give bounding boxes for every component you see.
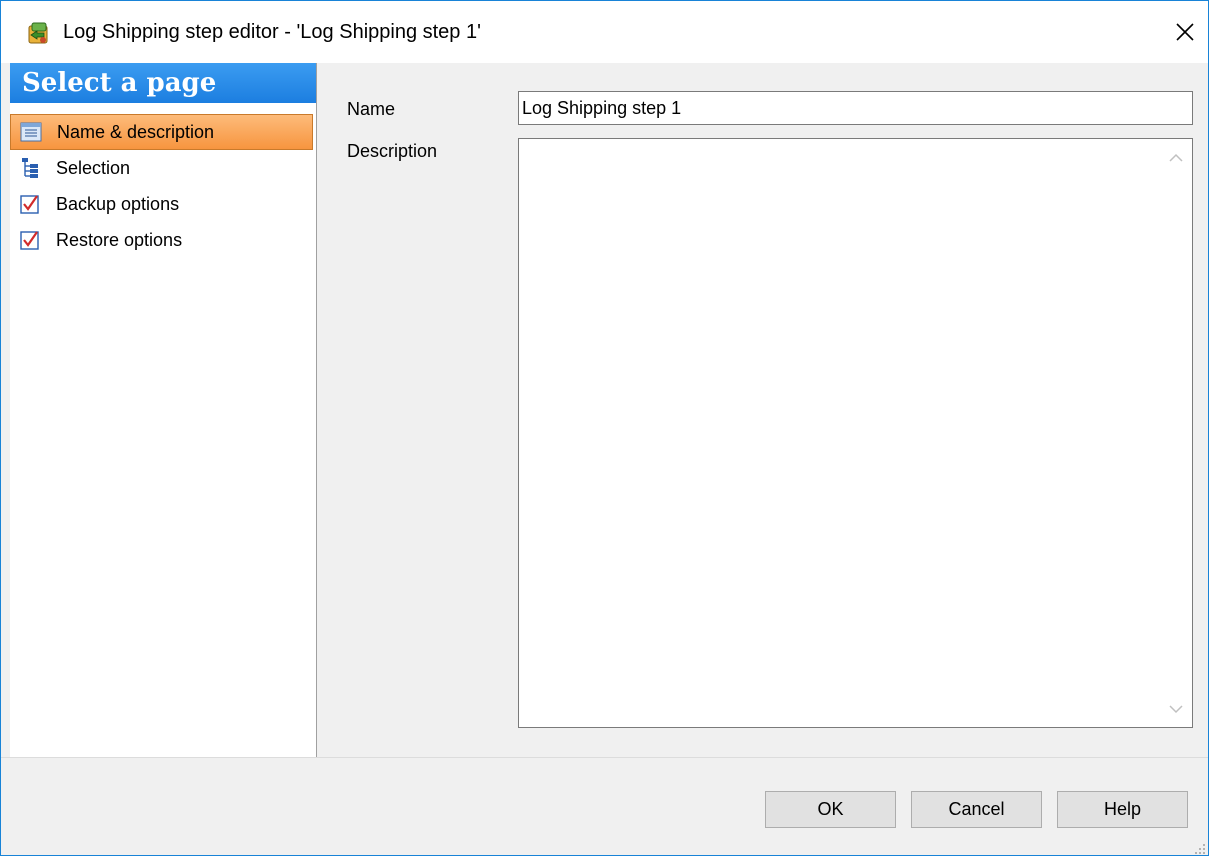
sidebar-item-label: Restore options [56, 229, 183, 250]
scroll-up-icon[interactable] [1166, 148, 1186, 168]
name-field[interactable] [518, 91, 1193, 125]
page-list: Name & description Selection Backup opti… [10, 114, 316, 258]
sidebar-item-label: Selection [56, 157, 131, 178]
page-content: Name Description [318, 63, 1208, 757]
scroll-down-icon[interactable] [1166, 699, 1186, 719]
description-label: Description [347, 141, 438, 161]
description-field-container [518, 138, 1193, 728]
sidebar-item-label: Name & description [57, 121, 215, 142]
sidebar-item-selection[interactable]: Selection [10, 150, 316, 186]
name-label: Name [347, 99, 396, 119]
ok-button[interactable]: OK [765, 791, 896, 828]
resize-grip-icon[interactable] [1192, 839, 1206, 854]
sidebar-header: Select a page [10, 63, 316, 103]
cancel-button[interactable]: Cancel [911, 791, 1042, 828]
checkbox-icon [18, 228, 42, 252]
close-button[interactable] [1162, 1, 1208, 63]
dialog-footer: OK Cancel Help [1, 757, 1208, 855]
sidebar-item-restore-options[interactable]: Restore options [10, 222, 316, 258]
page-sidebar: Select a page Name & description Selecti… [10, 63, 317, 757]
help-button[interactable]: Help [1057, 791, 1188, 828]
dialog-window: Log Shipping step editor - 'Log Shipping… [0, 0, 1209, 856]
document-list-icon [19, 120, 43, 144]
tree-icon [18, 156, 42, 180]
description-scrollbar[interactable] [1160, 139, 1192, 727]
sidebar-item-label: Backup options [56, 193, 180, 214]
sidebar-item-name-description[interactable]: Name & description [10, 114, 313, 150]
checkbox-icon [18, 192, 42, 216]
description-field[interactable] [519, 139, 1159, 727]
sidebar-item-backup-options[interactable]: Backup options [10, 186, 316, 222]
window-title: Log Shipping step editor - 'Log Shipping… [63, 21, 481, 43]
title-bar: Log Shipping step editor - 'Log Shipping… [1, 1, 1208, 63]
app-icon [25, 21, 51, 47]
close-icon [1176, 23, 1194, 41]
